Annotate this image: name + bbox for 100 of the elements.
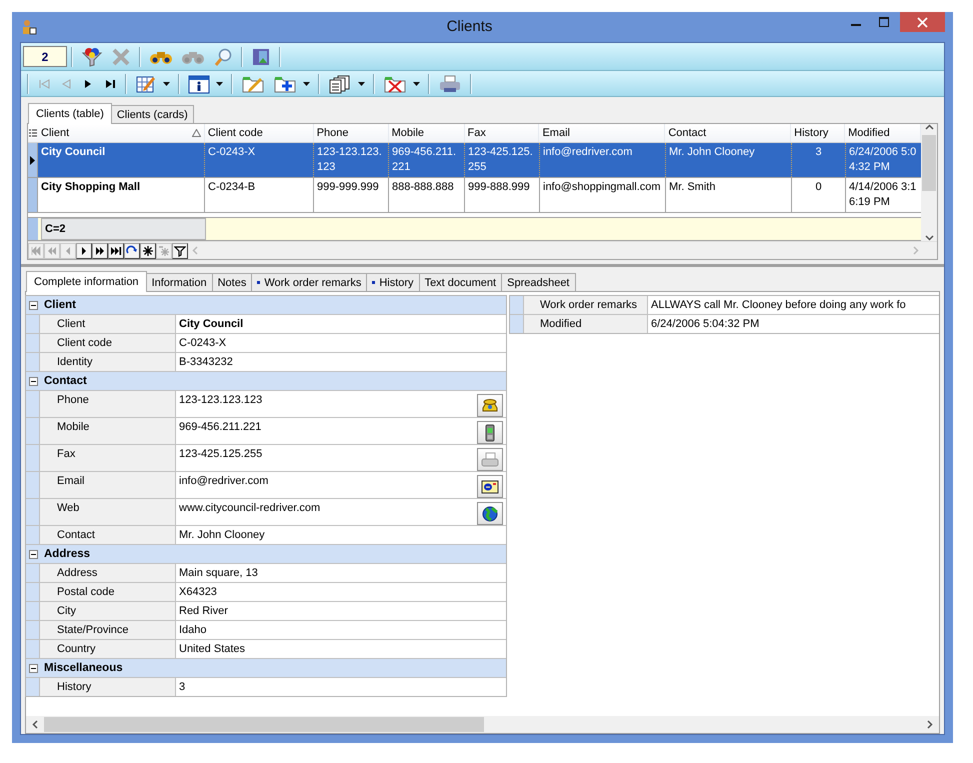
close-icon[interactable]: [917, 16, 928, 28]
property-label: Postal code: [39, 583, 176, 601]
property-label: State/Province: [39, 621, 176, 639]
caret-icon[interactable]: [216, 82, 223, 86]
tab[interactable]: History: [366, 273, 420, 291]
vertical-scrollbar[interactable]: [921, 124, 937, 241]
column-header[interactable]: Phone: [314, 124, 389, 142]
property-value[interactable]: 6/24/2006 5:04:32 PM: [651, 317, 760, 331]
close-button[interactable]: [900, 12, 945, 32]
row-header: [26, 418, 39, 444]
scroll-thumb[interactable]: [44, 717, 484, 732]
category-title: Client: [44, 299, 76, 311]
tab[interactable]: Information: [146, 273, 213, 291]
maximize-icon[interactable]: [879, 17, 889, 27]
property-value[interactable]: Red River: [179, 604, 228, 618]
property-label: Web: [39, 499, 176, 525]
property-value[interactable]: 3: [179, 680, 186, 694]
row-indicator[interactable]: [28, 143, 38, 177]
table-cell: 3: [792, 143, 846, 177]
tab[interactable]: Text document: [418, 273, 502, 291]
table-cell: C-0243-X: [205, 143, 314, 177]
property-label: Contact: [39, 526, 176, 544]
property-value[interactable]: ALLWAYS call Mr. Clooney before doing any work fo: [651, 298, 906, 312]
printer-icon[interactable]: [438, 74, 462, 94]
property-value[interactable]: United States: [179, 642, 246, 656]
table-cell: Mr. Smith: [666, 178, 792, 212]
collapse-icon[interactable]: [29, 550, 38, 558]
info-icon[interactable]: [188, 74, 210, 94]
row-header: [26, 334, 39, 352]
table-cell: City Council: [38, 143, 205, 177]
property-value[interactable]: 123-425.125.255: [179, 447, 262, 461]
property-value[interactable]: 969-456.211.221: [179, 420, 262, 434]
property-label: Mobile: [39, 418, 176, 444]
property-value[interactable]: Mr. John Clooney: [179, 528, 265, 542]
property-value[interactable]: C-0243-X: [179, 336, 226, 350]
property-value[interactable]: B-3343232: [179, 355, 233, 369]
table-cell: C-0234-B: [205, 178, 314, 212]
row-header: [510, 296, 523, 314]
caret-icon[interactable]: [163, 82, 170, 86]
horizontal-scrollbar[interactable]: [26, 716, 939, 733]
category-title: Address: [44, 548, 90, 560]
property-label: City: [39, 602, 176, 620]
scroll-down-icon[interactable]: [924, 235, 934, 241]
pages-icon[interactable]: [328, 74, 352, 94]
caret-icon[interactable]: [358, 82, 365, 86]
category-title: Miscellaneous: [44, 662, 123, 674]
scroll-thumb[interactable]: [922, 134, 936, 190]
property-value[interactable]: 123-123.123.123: [179, 393, 262, 407]
grid-pencil-icon[interactable]: [135, 74, 157, 94]
property-label: Work order remarks: [523, 296, 648, 314]
collapse-icon[interactable]: [29, 300, 38, 310]
tab[interactable]: Complete information: [26, 271, 147, 292]
row-indicator: [28, 218, 38, 240]
tab[interactable]: Notes: [212, 273, 252, 291]
table-row[interactable]: City Council C-0243-X 123-123.123.123 969-456.211.221 123-425.125.255 info@redriver.com Mr. John Clooney 3 6/24/2006 5:04:32 PM: [28, 143, 921, 178]
door-icon[interactable]: [251, 46, 271, 66]
column-header[interactable]: Contact: [665, 124, 792, 142]
row-header: [26, 472, 39, 498]
table-cell: 888-888.888: [389, 178, 465, 212]
tab[interactable]: Work order remarks: [251, 273, 368, 291]
collapse-icon[interactable]: [29, 664, 38, 672]
tab[interactable]: Clients (table): [28, 103, 112, 124]
tab[interactable]: Spreadsheet: [501, 273, 576, 291]
table-cell: 999-999.999: [314, 178, 389, 212]
property-label: Modified: [523, 315, 648, 333]
caret-icon[interactable]: [413, 82, 420, 86]
column-header[interactable]: Client: [38, 124, 205, 142]
scroll-left-icon[interactable]: [32, 720, 38, 729]
property-value[interactable]: info@redriver.com: [179, 474, 268, 488]
column-chooser-icon[interactable]: [29, 128, 37, 138]
table-cell: info@redriver.com: [540, 143, 666, 177]
row-header: [510, 315, 523, 333]
caret-icon[interactable]: [303, 82, 310, 86]
property-value[interactable]: Main square, 13: [179, 566, 258, 580]
window-title: Clients: [446, 17, 494, 37]
property-value[interactable]: Idaho: [179, 623, 207, 637]
scroll-up-icon[interactable]: [924, 124, 934, 130]
property-label: Fax: [39, 445, 176, 471]
row-header: [26, 583, 39, 601]
property-value[interactable]: X64323: [179, 585, 217, 599]
search-icon[interactable]: [213, 46, 233, 66]
property-label: Address: [39, 564, 176, 582]
scroll-right-icon[interactable]: [927, 720, 933, 729]
table-row[interactable]: City Shopping Mall C-0234-B 999-999.999 888-888.888 999-888.999 info@shoppingmall.com Mr. Smith 0 4/14/2006 3:16:19 PM: [28, 178, 921, 213]
property-value[interactable]: City Council: [179, 317, 244, 331]
column-header[interactable]: Email: [539, 124, 666, 142]
funnel-icon[interactable]: [81, 46, 103, 66]
column-header[interactable]: History: [791, 124, 846, 142]
column-header[interactable]: Client code: [204, 124, 314, 142]
column-header[interactable]: Mobile: [388, 124, 465, 142]
table-cell: info@shoppingmall.com: [540, 178, 666, 212]
collapse-icon[interactable]: [29, 376, 38, 386]
record-number-field[interactable]: 2: [23, 46, 67, 67]
app-icon: [21, 19, 37, 35]
row-header: [26, 602, 39, 620]
property-value[interactable]: www.citycouncil-redriver.com: [179, 501, 320, 515]
category-title: Contact: [44, 375, 87, 387]
tab[interactable]: Clients (cards): [110, 105, 194, 123]
column-header[interactable]: Fax: [464, 124, 540, 142]
property-label: Phone: [39, 391, 176, 417]
